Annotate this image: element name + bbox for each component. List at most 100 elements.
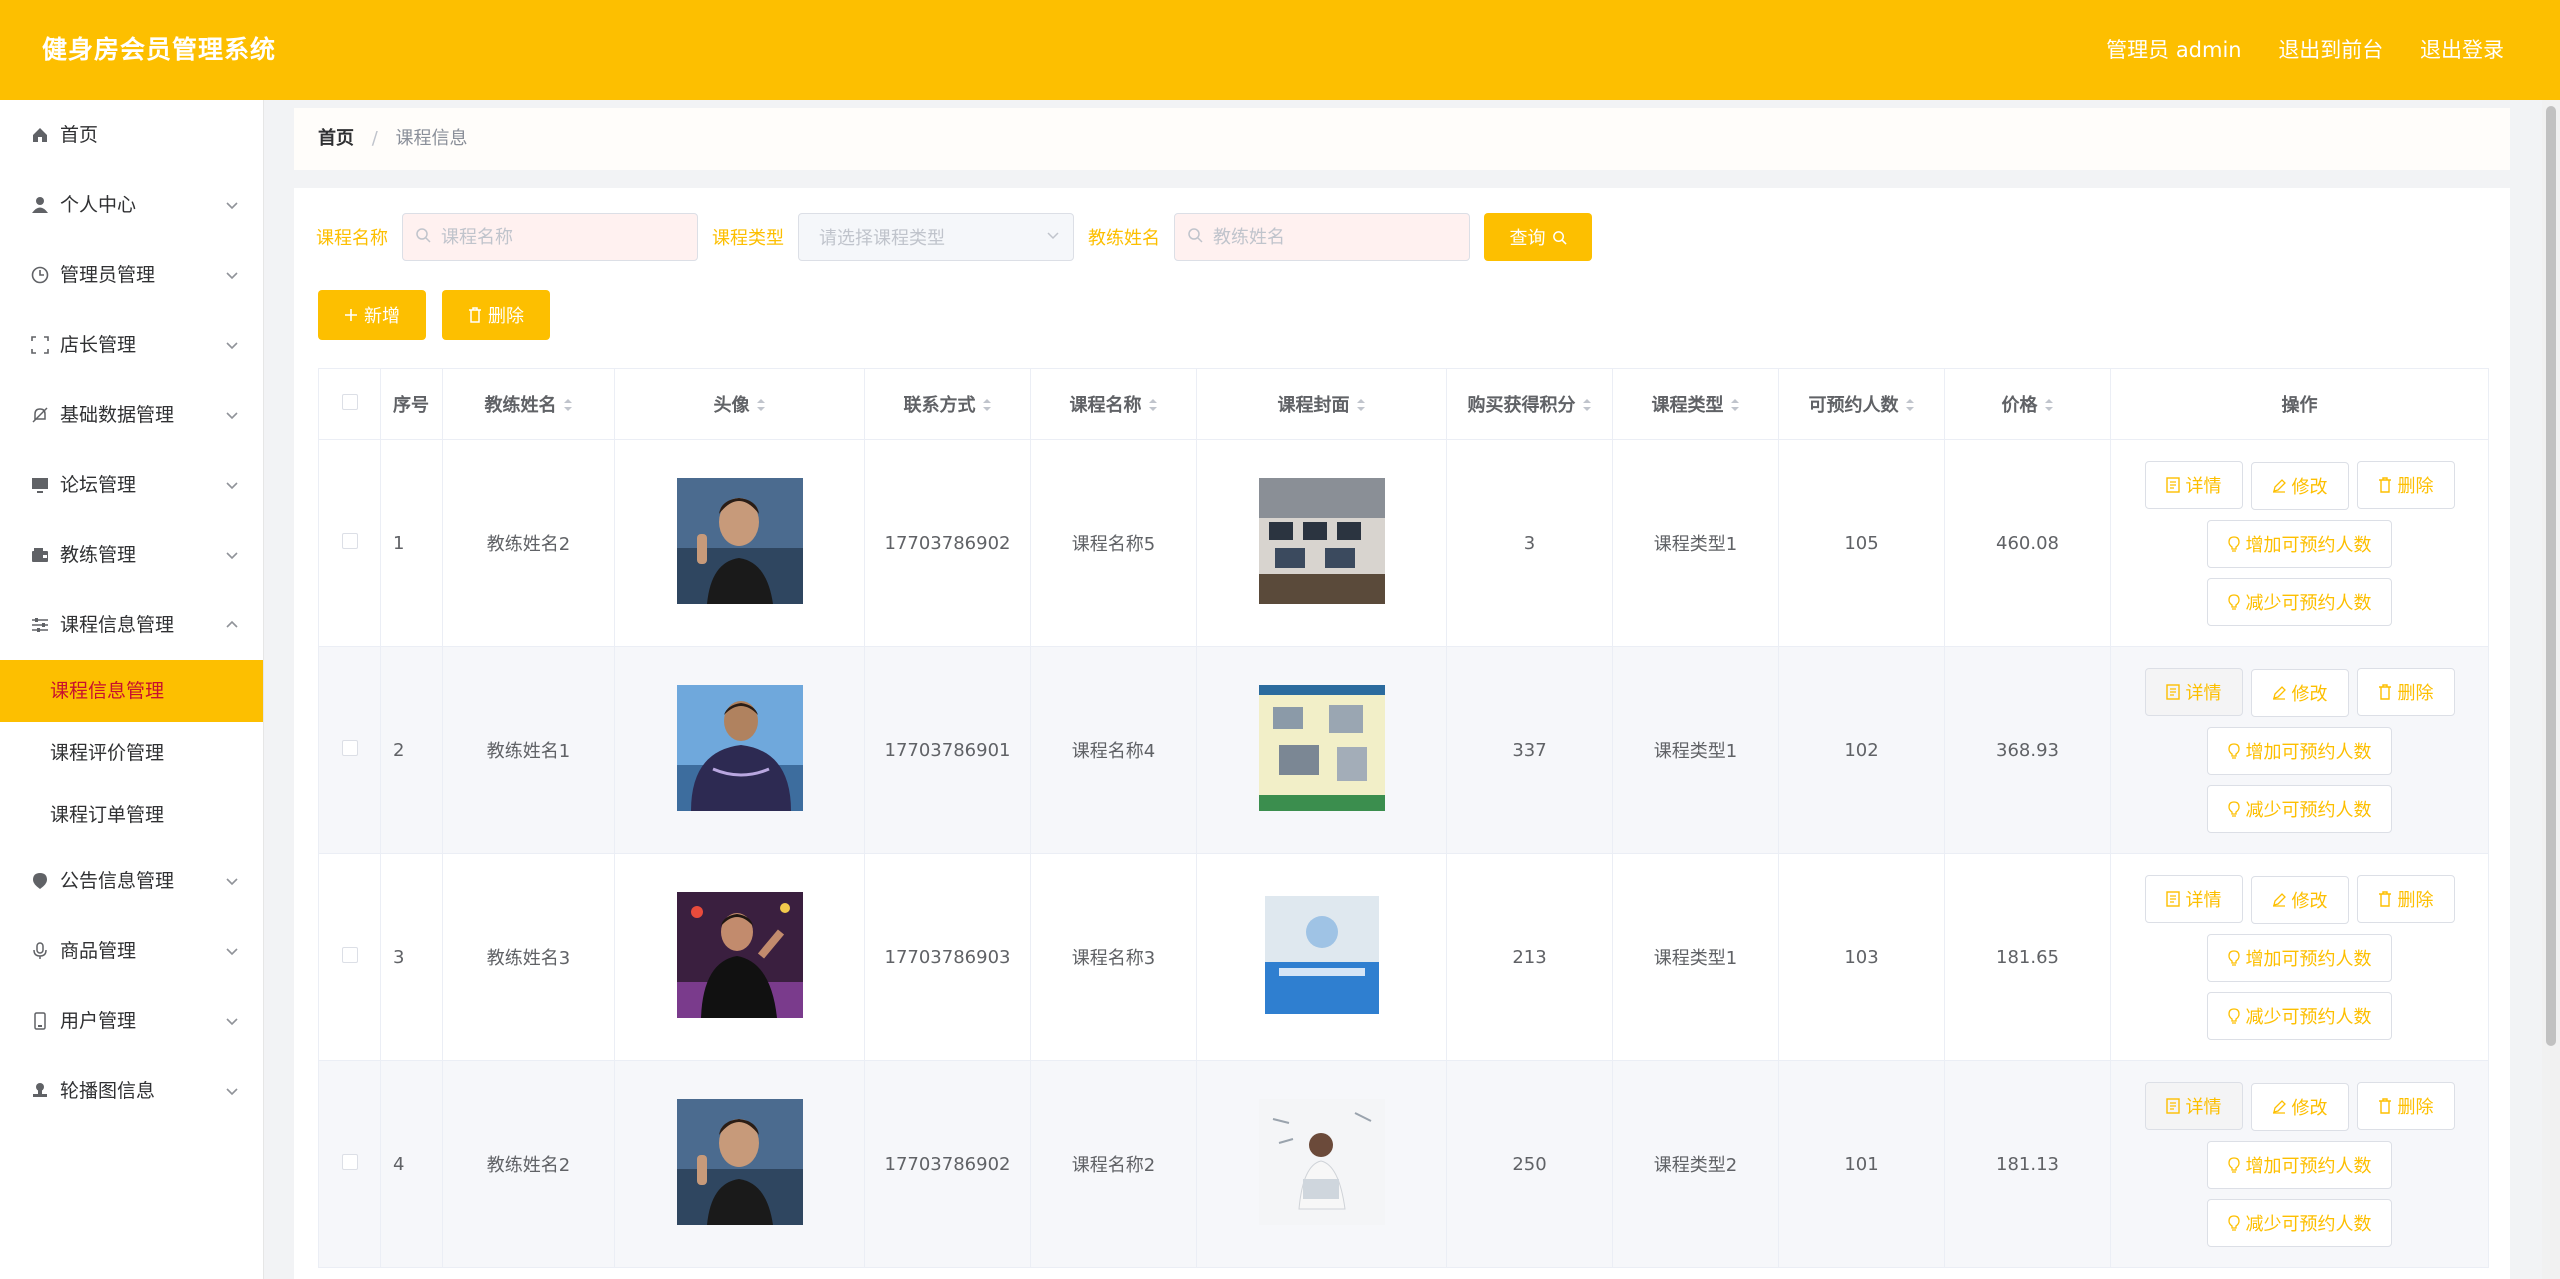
- breadcrumb-home[interactable]: 首页: [318, 128, 354, 149]
- add-button[interactable]: 新增: [318, 290, 426, 340]
- course-type-select[interactable]: 请选择课程类型: [798, 213, 1074, 261]
- delete-button[interactable]: 删除: [2356, 460, 2455, 509]
- sidebar-item-profile[interactable]: 个人中心: [0, 170, 263, 240]
- increase-slots-button[interactable]: 增加可预约人数: [2207, 933, 2392, 982]
- row-checkbox[interactable]: [341, 739, 358, 756]
- cell-price: 181.13: [1944, 1060, 2111, 1268]
- cell-ops: 详情 修改 删除 增加可预约人数 减少可预约人数: [2110, 1060, 2489, 1268]
- sidebar-item-forum[interactable]: 论坛管理: [0, 450, 263, 520]
- sidebar-item-label: 公告信息管理: [60, 870, 175, 892]
- batch-delete-button[interactable]: 删除: [442, 290, 550, 340]
- sort-icon[interactable]: [756, 396, 766, 417]
- coach-name-input[interactable]: [1211, 225, 1469, 249]
- sidebar-item-admin[interactable]: 管理员管理: [0, 240, 263, 310]
- sort-icon[interactable]: [2044, 396, 2054, 417]
- increase-slots-button[interactable]: 增加可预约人数: [2207, 1140, 2392, 1189]
- delete-button[interactable]: 删除: [2356, 1081, 2455, 1130]
- chevron-down-icon: [225, 986, 239, 1056]
- sidebar-item-course[interactable]: 课程信息管理: [0, 590, 263, 660]
- sort-icon[interactable]: [982, 396, 992, 417]
- detail-button[interactable]: 详情: [2144, 667, 2243, 716]
- course-cover-image[interactable]: [1258, 684, 1385, 811]
- edit-button[interactable]: 修改: [2250, 668, 2349, 717]
- sort-icon[interactable]: [1905, 396, 1915, 417]
- scan-icon: [29, 310, 51, 380]
- decrease-slots-button[interactable]: 减少可预约人数: [2207, 577, 2392, 626]
- bell-off-icon: [29, 380, 51, 450]
- sidebar-item-manager[interactable]: 店长管理: [0, 310, 263, 380]
- sidebar-item-users[interactable]: 用户管理: [0, 986, 263, 1056]
- coach-avatar-image[interactable]: [676, 1098, 803, 1225]
- increase-slots-button[interactable]: 增加可预约人数: [2207, 726, 2392, 775]
- edit-button[interactable]: 修改: [2250, 1082, 2349, 1131]
- row-checkbox[interactable]: [341, 532, 358, 549]
- detail-button[interactable]: 详情: [2144, 874, 2243, 923]
- col-slots[interactable]: 可预约人数: [1778, 368, 1945, 440]
- coach-avatar-image[interactable]: [676, 891, 803, 1018]
- sort-icon[interactable]: [563, 396, 573, 417]
- document-icon: [2165, 476, 2180, 493]
- course-cover-image[interactable]: [1258, 1098, 1385, 1225]
- edit-button[interactable]: 修改: [2250, 461, 2349, 510]
- row-checkbox[interactable]: [341, 946, 358, 963]
- query-button[interactable]: 查询: [1484, 213, 1592, 261]
- page-scrollbar[interactable]: [2542, 100, 2560, 1279]
- logout-link[interactable]: 退出登录: [2420, 38, 2504, 62]
- cell-cover: [1196, 439, 1447, 647]
- row-select-cell: [318, 853, 381, 1061]
- col-type[interactable]: 课程类型: [1612, 368, 1779, 440]
- admin-label[interactable]: 管理员 admin: [2106, 38, 2241, 62]
- sidebar-item-label: 首页: [60, 124, 99, 146]
- decrease-slots-button[interactable]: 减少可预约人数: [2207, 1198, 2392, 1247]
- bulb-icon: [2227, 1007, 2240, 1024]
- delete-button[interactable]: 删除: [2356, 874, 2455, 923]
- col-course[interactable]: 课程名称: [1030, 368, 1197, 440]
- sidebar-item-coach[interactable]: 教练管理: [0, 520, 263, 590]
- sidebar-subitem-course-info[interactable]: 课程信息管理: [0, 660, 263, 722]
- sidebar-item-goods[interactable]: 商品管理: [0, 916, 263, 986]
- scrollbar-thumb[interactable]: [2546, 106, 2556, 1046]
- cell-cover: [1196, 1060, 1447, 1268]
- sidebar-item-notice[interactable]: 公告信息管理: [0, 846, 263, 916]
- row-checkbox[interactable]: [341, 1153, 358, 1170]
- coach-avatar-image[interactable]: [676, 477, 803, 604]
- sidebar-item-basedata[interactable]: 基础数据管理: [0, 380, 263, 450]
- sidebar-item-label: 个人中心: [60, 194, 137, 216]
- decrease-slots-button[interactable]: 减少可预约人数: [2207, 784, 2392, 833]
- col-coach[interactable]: 教练姓名: [442, 368, 615, 440]
- col-slots-label: 可预约人数: [1808, 395, 1899, 416]
- sidebar-item-label: 用户管理: [60, 1010, 137, 1032]
- sidebar-subitem-course-review[interactable]: 课程评价管理: [0, 722, 263, 784]
- col-avatar[interactable]: 头像: [614, 368, 865, 440]
- sort-icon[interactable]: [1356, 396, 1366, 417]
- course-type-label: 课程类型: [712, 228, 784, 249]
- course-cover-image[interactable]: [1258, 891, 1385, 1018]
- detail-button[interactable]: 详情: [2144, 1081, 2243, 1130]
- course-cover-image[interactable]: [1258, 477, 1385, 604]
- sidebar-item-label: 论坛管理: [60, 474, 137, 496]
- edit-button[interactable]: 修改: [2250, 875, 2349, 924]
- search-icon: [415, 227, 431, 248]
- decrease-slots-label: 减少可预约人数: [2245, 592, 2372, 614]
- table-row: 4 教练姓名2 17703786902 课程名称2 250 课程类型2 101 …: [318, 1060, 2489, 1268]
- coach-avatar-image[interactable]: [676, 684, 803, 811]
- to-front-link[interactable]: 退出到前台: [2278, 38, 2383, 62]
- detail-button[interactable]: 详情: [2144, 460, 2243, 509]
- course-name-input[interactable]: [439, 225, 697, 249]
- sidebar-subitem-course-order[interactable]: 课程订单管理: [0, 784, 263, 846]
- delete-button[interactable]: 删除: [2356, 667, 2455, 716]
- sort-icon[interactable]: [1582, 396, 1592, 417]
- col-phone[interactable]: 联系方式: [864, 368, 1031, 440]
- sidebar-item-home[interactable]: 首页: [0, 100, 263, 170]
- mic-icon: [29, 916, 51, 986]
- decrease-slots-button[interactable]: 减少可预约人数: [2207, 991, 2392, 1040]
- select-all-checkbox[interactable]: [341, 393, 358, 410]
- sidebar-item-carousel[interactable]: 轮播图信息: [0, 1056, 263, 1126]
- col-price[interactable]: 价格: [1944, 368, 2111, 440]
- col-points[interactable]: 购买获得积分: [1446, 368, 1613, 440]
- increase-slots-button[interactable]: 增加可预约人数: [2207, 519, 2392, 568]
- col-cover[interactable]: 课程封面: [1196, 368, 1447, 440]
- edit-icon: [2272, 892, 2286, 907]
- sort-icon[interactable]: [1148, 396, 1158, 417]
- sort-icon[interactable]: [1730, 396, 1740, 417]
